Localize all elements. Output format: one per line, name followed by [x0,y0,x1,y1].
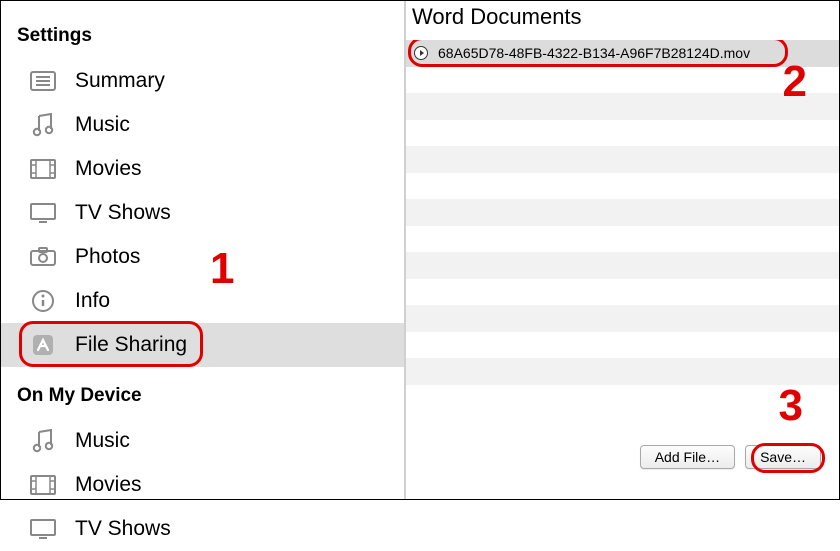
file-list[interactable]: 68A65D78-48FB-4322-B134-A96F7B28124D.mov [406,40,839,433]
sidebar-item-device-music[interactable]: Music [1,419,404,463]
file-row-empty [406,173,839,200]
sidebar-item-movies[interactable]: Movies [1,147,404,191]
documents-title: Word Documents [406,1,839,40]
sidebar-item-label: Movies [75,157,142,181]
file-row-empty [406,120,839,147]
sidebar-item-tvshows[interactable]: TV Shows [1,191,404,235]
file-row-empty [406,93,839,120]
sidebar-item-label: Photos [75,245,140,269]
file-row-empty [406,358,839,385]
tv-icon [27,200,59,226]
sidebar-item-label: TV Shows [75,201,171,225]
file-row-empty [406,305,839,332]
info-icon [27,288,59,314]
file-name: 68A65D78-48FB-4322-B134-A96F7B28124D.mov [438,45,750,61]
sidebar-item-label: Music [75,429,130,453]
movies-icon [27,156,59,182]
summary-icon [27,68,59,94]
sidebar-item-label: TV Shows [75,517,171,541]
file-row-empty [406,226,839,253]
file-row-empty [406,252,839,279]
save-button[interactable]: Save… [745,445,821,469]
apps-icon [27,332,59,358]
file-row-empty [406,146,839,173]
file-row[interactable]: 68A65D78-48FB-4322-B134-A96F7B28124D.mov [406,40,839,67]
sidebar-item-photos[interactable]: Photos [1,235,404,279]
settings-header: Settings [1,15,404,59]
sidebar-item-label: Music [75,113,130,137]
music-icon [27,112,59,138]
sidebar-item-label: Movies [75,473,142,497]
button-bar: Add File… Save… [406,433,839,499]
sidebar-item-device-tvshows[interactable]: TV Shows [1,507,404,551]
file-row-empty [406,332,839,359]
tv-icon [27,516,59,542]
add-file-button[interactable]: Add File… [640,445,735,469]
sidebar: Settings Summary Music Movies TV Shows [1,1,406,499]
sidebar-item-label: Summary [75,69,165,93]
movies-icon [27,472,59,498]
file-row-empty [406,67,839,94]
documents-panel: Word Documents 68A65D78-48FB-4322-B134-A… [406,1,839,499]
sidebar-item-music[interactable]: Music [1,103,404,147]
file-row-empty [406,279,839,306]
video-file-icon [414,46,428,60]
sidebar-item-device-movies[interactable]: Movies [1,463,404,507]
sidebar-item-label: Info [75,289,110,313]
sidebar-item-file-sharing[interactable]: File Sharing [1,323,404,367]
sidebar-item-summary[interactable]: Summary [1,59,404,103]
music-icon [27,428,59,454]
file-row-empty [406,199,839,226]
sidebar-item-info[interactable]: Info [1,279,404,323]
file-row-empty [406,385,839,412]
on-my-device-header: On My Device [1,367,404,419]
sidebar-item-label: File Sharing [75,333,187,357]
photos-icon [27,244,59,270]
